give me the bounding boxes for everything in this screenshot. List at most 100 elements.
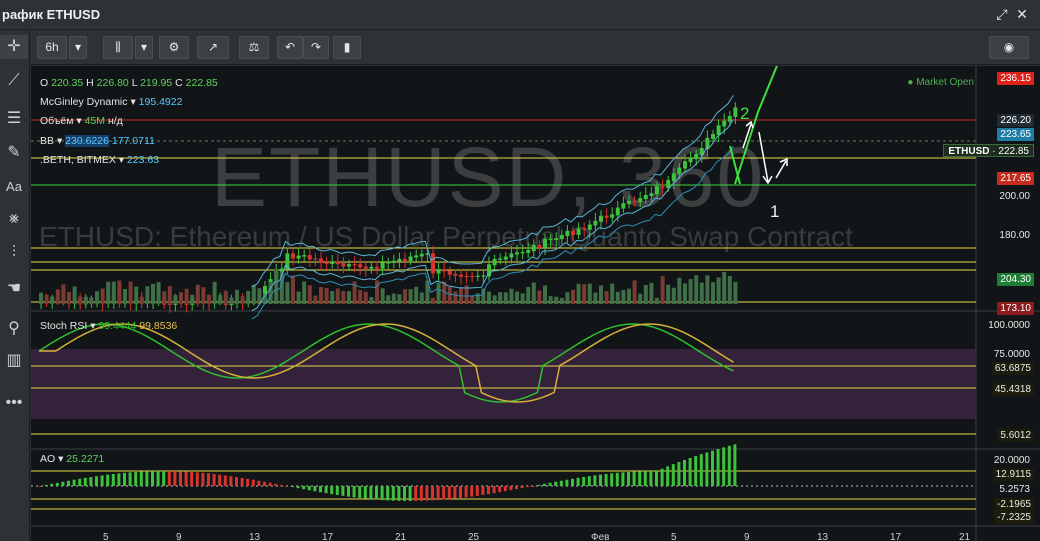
mcginley-legend[interactable]: McGinley Dynamic ▾ 195.4922 bbox=[40, 96, 182, 108]
redo-icon[interactable]: ↷ bbox=[303, 36, 329, 59]
beth-legend[interactable]: .BETH, BITMEX ▾ 223.63 bbox=[40, 154, 159, 166]
volume-legend[interactable]: Объём ▾ 45M н/д bbox=[40, 115, 123, 127]
data-window-icon[interactable]: ▮ bbox=[333, 36, 361, 59]
volume-bar bbox=[117, 280, 122, 304]
interval-dropdown[interactable]: ▾ bbox=[69, 36, 87, 59]
ao-bar bbox=[223, 475, 227, 486]
ao-bar bbox=[464, 486, 468, 498]
chart-type-dropdown[interactable]: ▾ bbox=[135, 36, 153, 59]
price-tag-204: 204.30 bbox=[997, 273, 1034, 286]
ao-bar bbox=[173, 471, 177, 486]
candle-body bbox=[537, 245, 542, 248]
high-label: H bbox=[86, 77, 94, 89]
volume-bar bbox=[123, 289, 127, 304]
ao-bar bbox=[123, 472, 126, 486]
stoch-rsi-legend[interactable]: Stoch RSI ▾ 99.4444 99.8536 bbox=[40, 320, 177, 332]
candle-body bbox=[414, 255, 419, 258]
volume-bar bbox=[380, 288, 385, 304]
pattern-icon[interactable]: ⨳ bbox=[0, 207, 28, 231]
crosshair-icon[interactable]: ✛ bbox=[0, 35, 28, 59]
text-icon[interactable]: Aa bbox=[0, 175, 28, 199]
candle-body bbox=[666, 180, 671, 188]
x-tick: 9 bbox=[176, 532, 182, 541]
ao-bar bbox=[621, 472, 625, 486]
bb-legend[interactable]: BB ▾ 230.6226 177.0711 bbox=[40, 135, 155, 147]
candle-body bbox=[408, 256, 413, 261]
candles-icon[interactable]: ⫼ bbox=[103, 36, 133, 59]
volume-bar bbox=[565, 292, 570, 304]
close-icon[interactable]: ✕ bbox=[1014, 6, 1030, 22]
more-icon[interactable]: ••• bbox=[0, 391, 28, 415]
compare-icon[interactable]: ⚖ bbox=[239, 36, 269, 59]
candle-body bbox=[509, 253, 514, 258]
zoom-icon[interactable]: ⚲ bbox=[0, 317, 28, 341]
indicators-icon[interactable]: ↗ bbox=[197, 36, 229, 59]
ao-bar bbox=[162, 471, 166, 486]
volume-bar bbox=[307, 285, 312, 304]
volume-bar bbox=[470, 295, 475, 304]
candle-body bbox=[565, 230, 570, 237]
snapshot-icon[interactable]: ◉ bbox=[989, 36, 1029, 59]
volume-bar bbox=[44, 295, 49, 304]
chart-area[interactable]: ETHUSD, 360 ETHUSD: Ethereum / US Dollar… bbox=[31, 66, 1040, 541]
ao-bar bbox=[498, 486, 502, 493]
ruler-icon[interactable]: ▥ bbox=[0, 349, 28, 373]
volume-bar bbox=[627, 288, 631, 304]
volume-bar bbox=[72, 286, 77, 304]
brush-icon[interactable]: ✎ bbox=[0, 141, 28, 165]
hand-icon[interactable]: ☚ bbox=[0, 277, 28, 301]
price-tag-217: 217.65 bbox=[997, 172, 1034, 185]
candle-body bbox=[599, 215, 603, 222]
ao-axis-5: 5.2573 bbox=[999, 484, 1030, 495]
volume-bar bbox=[436, 282, 441, 304]
ao-legend[interactable]: AO ▾ 25.2271 bbox=[40, 453, 104, 465]
ao-bar bbox=[431, 486, 434, 501]
candle-body bbox=[403, 258, 407, 261]
volume-bar bbox=[492, 295, 497, 304]
ao-bar bbox=[134, 471, 138, 486]
candle-body bbox=[520, 251, 525, 254]
candle-body bbox=[632, 200, 637, 203]
ao-bar bbox=[453, 486, 457, 499]
ao-bar bbox=[705, 452, 709, 486]
mcginley-label: McGinley Dynamic bbox=[40, 96, 128, 108]
ao-bar bbox=[503, 486, 507, 492]
ao-bar bbox=[683, 459, 686, 486]
undo-icon[interactable]: ↶ bbox=[277, 36, 303, 59]
volume-bar bbox=[559, 297, 564, 304]
interval-button[interactable]: 6h bbox=[37, 36, 67, 59]
chart-canvas[interactable] bbox=[31, 66, 1040, 541]
volume-bar bbox=[615, 291, 620, 304]
volume-bar bbox=[61, 284, 66, 304]
settings-icon[interactable]: ⚙ bbox=[159, 36, 189, 59]
wave-2-label[interactable]: 2 bbox=[740, 104, 749, 124]
volume-value: 45M bbox=[84, 115, 106, 127]
volume-bar bbox=[666, 284, 671, 304]
wave-1-label[interactable]: 1 bbox=[770, 202, 779, 222]
volume-bar bbox=[67, 291, 71, 304]
ao-bar bbox=[397, 486, 401, 501]
high-value: 226.80 bbox=[96, 77, 129, 89]
volume-bar bbox=[694, 275, 699, 304]
fib-icon[interactable]: ⫶ bbox=[0, 241, 28, 265]
trendline-icon[interactable]: ⟋ bbox=[0, 69, 28, 93]
ao-bar bbox=[50, 483, 54, 486]
candle-body bbox=[711, 133, 715, 139]
beth-label: .BETH, BITMEX bbox=[40, 154, 116, 166]
candle-body bbox=[475, 275, 480, 277]
stoch-rsi-k-value: 99.4444 bbox=[98, 320, 137, 332]
close-value: 222.85 bbox=[185, 77, 218, 89]
ao-bar bbox=[212, 473, 216, 486]
candle-body bbox=[341, 263, 346, 267]
volume-bar bbox=[302, 281, 307, 304]
candle-body bbox=[694, 153, 699, 160]
expand-icon[interactable]: ⤢ bbox=[994, 6, 1010, 22]
ao-bar bbox=[95, 476, 98, 486]
ao-bar bbox=[369, 486, 373, 500]
volume-bar bbox=[201, 287, 206, 304]
ao-bar bbox=[72, 479, 76, 486]
ao-bar bbox=[419, 486, 423, 501]
ao-bar bbox=[565, 479, 569, 486]
mcginley-value: 195.4922 bbox=[138, 96, 183, 108]
horizontal-lines-icon[interactable]: ☰ bbox=[0, 107, 28, 131]
